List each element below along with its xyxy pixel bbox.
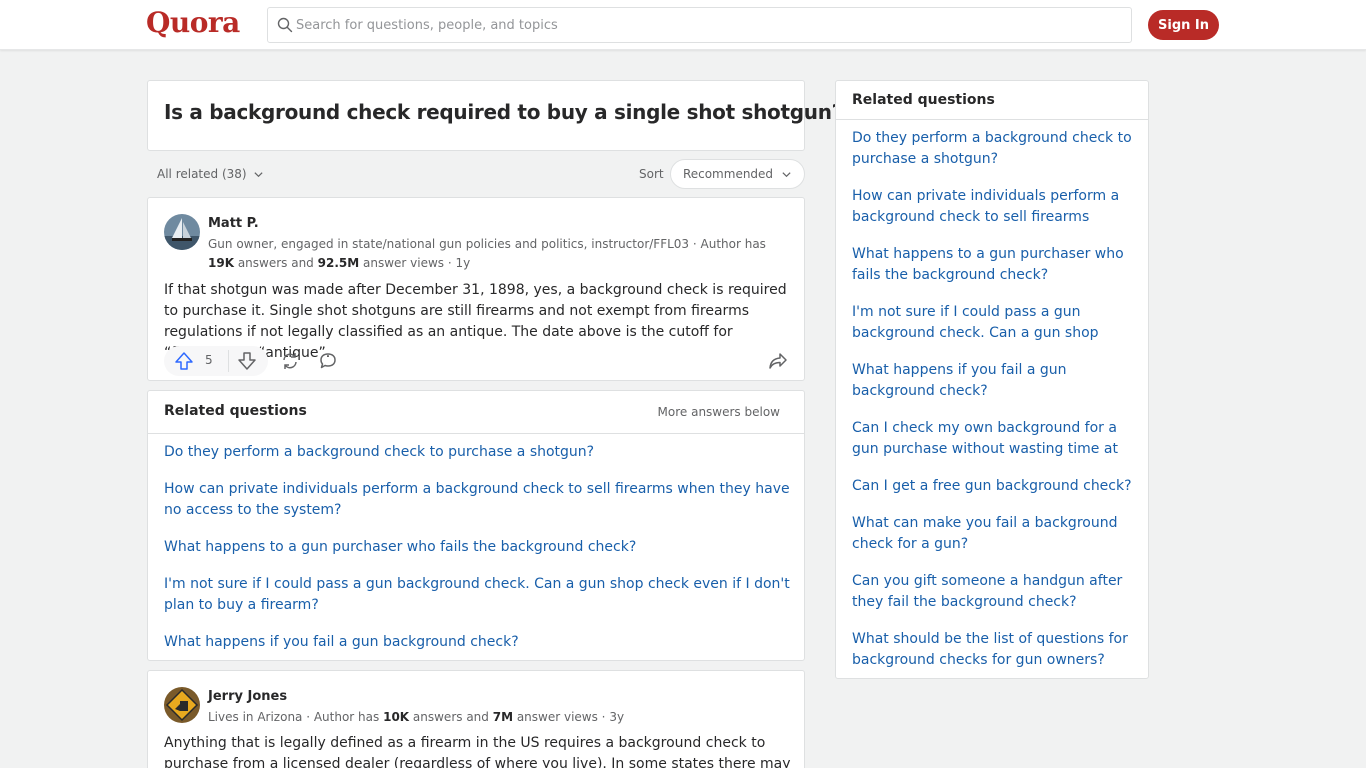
upvote-icon[interactable] [174, 351, 194, 371]
sidebar-list: Do they perform a background check to pu… [852, 128, 1136, 687]
share-icon[interactable] [768, 351, 788, 371]
cred-text: answers and [409, 710, 493, 724]
sidebar-question-link[interactable]: What happens if you fail a gun backgroun… [852, 360, 1136, 402]
sidebar-question-link[interactable]: What happens to a gun purchaser who fail… [852, 244, 1136, 286]
sidebar-question-link[interactable]: How can private individuals perform a ba… [852, 186, 1136, 228]
answer-card: Jerry Jones Lives in Arizona · Author ha… [147, 670, 805, 768]
all-related-label: All related (38) [157, 167, 247, 181]
vote-pill: 5 [164, 346, 268, 376]
related-question-link[interactable]: How can private individuals perform a ba… [164, 479, 794, 521]
downvote-icon[interactable] [237, 351, 257, 371]
answer-count: 10K [383, 710, 410, 724]
sidebar-header: Related questions [836, 81, 1148, 120]
answer-text: Anything that is legally defined as a fi… [164, 735, 791, 768]
cred-text: answer views · 1y [359, 256, 471, 270]
related-questions-title: Related questions [164, 403, 307, 419]
sidebar-question-link[interactable]: Can I check my own background for a gun … [852, 418, 1136, 460]
sign-in-button[interactable]: Sign In [1148, 10, 1219, 40]
sort-label: Sort [639, 167, 664, 181]
author-name[interactable]: Matt P. [208, 216, 259, 231]
sort-dropdown[interactable]: Recommended [670, 159, 805, 189]
top-header: Quora Sign In [0, 0, 1366, 50]
chevron-down-icon [254, 171, 263, 177]
sidebar-question-link[interactable]: Can I get a free gun background check? [852, 476, 1136, 497]
related-questions-list: Do they perform a background check to pu… [164, 442, 794, 669]
view-count: 92.5M [317, 256, 360, 270]
cred-text: Gun owner, engaged in state/national gun… [208, 237, 766, 251]
sidebar-question-link[interactable]: Can you gift someone a handgun after the… [852, 571, 1136, 613]
related-question-link[interactable]: Do they perform a background check to pu… [164, 442, 794, 463]
related-questions-sidebar: Related questions Do they perform a back… [835, 80, 1149, 679]
quora-logo[interactable]: Quora [146, 6, 240, 39]
question-title: Is a background check required to buy a … [164, 100, 843, 124]
sidebar-question-link[interactable]: I'm not sure if I could pass a gun backg… [852, 302, 1136, 344]
search-box[interactable] [267, 7, 1132, 43]
avatar[interactable] [164, 214, 200, 250]
vote-divider [228, 350, 229, 372]
sidebar-question-link[interactable]: What should be the list of questions for… [852, 629, 1136, 671]
upvote-count: 5 [205, 353, 213, 367]
answer-filter-bar: All related (38) Sort Recommended [147, 159, 805, 189]
related-question-link[interactable]: What happens if you fail a gun backgroun… [164, 632, 794, 653]
question-card: Is a background check required to buy a … [147, 80, 843, 151]
related-questions-header: Related questions More answers below [148, 391, 804, 434]
related-questions-inline: Related questions More answers below Do … [147, 390, 805, 661]
avatar[interactable] [164, 687, 200, 723]
comment-icon[interactable] [318, 351, 338, 371]
view-count: 7M [492, 710, 514, 724]
sailboat-avatar-image [164, 214, 200, 250]
sidebar-question-link[interactable]: What can make you fail a background chec… [852, 513, 1136, 555]
all-related-dropdown[interactable]: All related (38) [157, 167, 264, 181]
author-credential: Lives in Arizona · Author has 10K answer… [208, 708, 624, 727]
sidebar-title: Related questions [852, 92, 995, 108]
warning-sign-avatar-image [164, 687, 200, 723]
search-input[interactable] [296, 8, 1116, 42]
sort-value: Recommended [682, 167, 774, 181]
cred-text: answer views · 3y [513, 710, 625, 724]
chevron-down-icon [782, 171, 791, 177]
author-credential: Gun owner, engaged in state/national gun… [208, 235, 788, 273]
reshare-icon[interactable] [280, 351, 300, 371]
more-answers-below: More answers below [657, 405, 780, 419]
cred-text: Lives in Arizona · Author has [208, 710, 384, 724]
related-question-link[interactable]: I'm not sure if I could pass a gun backg… [164, 574, 794, 616]
author-name[interactable]: Jerry Jones [208, 689, 287, 704]
cred-text: answers and [234, 256, 318, 270]
sidebar-question-link[interactable]: Do they perform a background check to pu… [852, 128, 1136, 170]
answer-card: Matt P. Gun owner, engaged in state/nati… [147, 197, 805, 381]
answer-count: 19K [208, 256, 234, 270]
answer-actions: 5 [164, 346, 794, 376]
related-question-link[interactable]: What happens to a gun purchaser who fail… [164, 537, 794, 558]
search-icon [277, 17, 293, 33]
